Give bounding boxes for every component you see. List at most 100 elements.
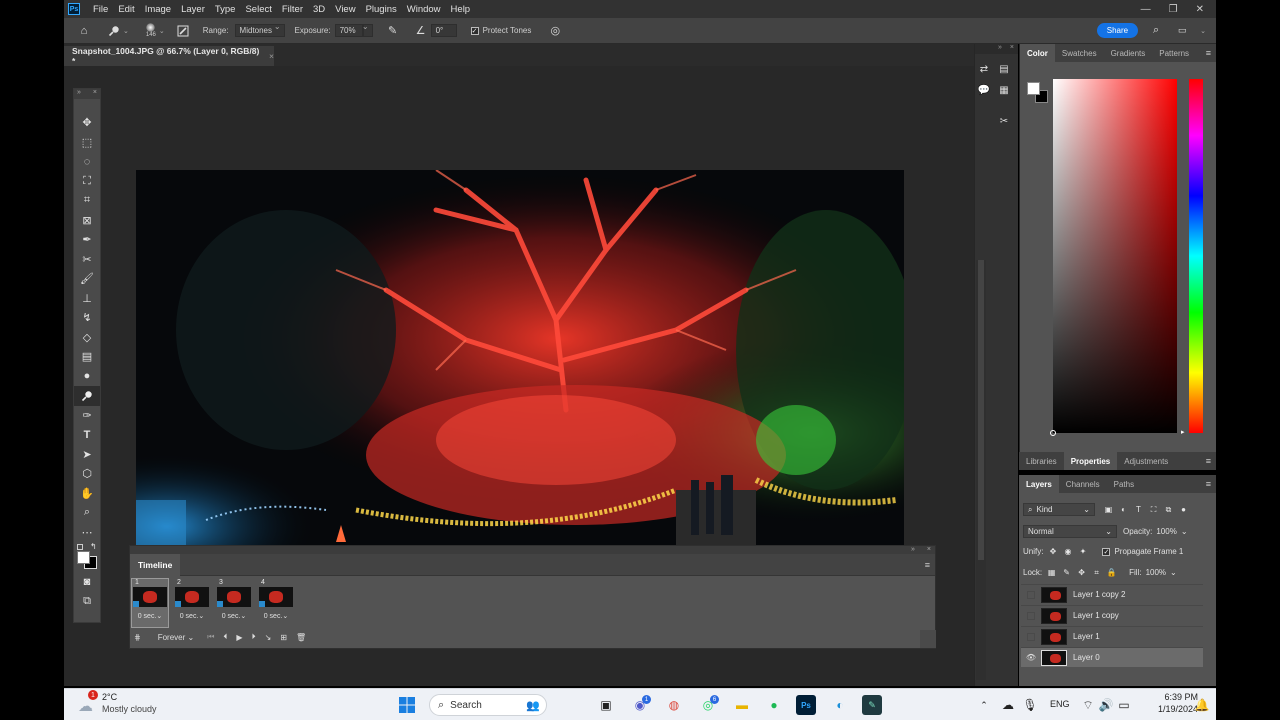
close-tab-icon[interactable]: × [269, 51, 274, 61]
menu-window[interactable]: Window [402, 4, 446, 15]
workspace-icon[interactable]: ▭ [1174, 23, 1190, 39]
menu-file[interactable]: File [88, 4, 113, 15]
timeline-frame[interactable]: 4 0 sec.⌄ [258, 579, 294, 627]
frame-delay[interactable]: 0 sec.⌄ [174, 612, 210, 620]
chevron-down-icon[interactable]: ⌄ [1181, 527, 1188, 536]
lock-position-icon[interactable]: ✥ [1076, 567, 1087, 578]
gradient-tool-icon[interactable]: ▤ [74, 347, 100, 367]
panel-menu-icon[interactable]: ≡ [1206, 479, 1216, 489]
timeline-frame[interactable]: 1 0 sec.⌄ [131, 578, 169, 628]
chevron-down-icon[interactable]: ⌄ [123, 27, 129, 35]
filter-type-icon[interactable]: T [1133, 504, 1144, 515]
swap-colors-icon[interactable]: ↰ [90, 542, 97, 551]
restore-icon[interactable]: ❐ [1169, 4, 1178, 15]
menu-3d[interactable]: 3D [308, 4, 330, 15]
clock-date[interactable]: 1/19/2024 [1140, 704, 1198, 714]
clone-stamp-tool-icon[interactable]: ⊥ [74, 289, 100, 309]
zoom-tool-icon[interactable]: ⌕ [74, 503, 100, 523]
menu-layer[interactable]: Layer [176, 4, 210, 15]
hue-slider[interactable]: ▸ [1181, 79, 1203, 436]
menu-edit[interactable]: Edit [113, 4, 139, 15]
unify-visibility-icon[interactable]: ◉ [1062, 546, 1073, 557]
dodge-tool-icon[interactable] [106, 23, 122, 39]
fill-value[interactable]: 100% [1146, 568, 1166, 577]
edge-icon[interactable]: ◐ [830, 695, 850, 715]
chevron-down-icon[interactable]: ⌄ [159, 27, 165, 35]
saturation-brightness-picker[interactable] [1050, 79, 1177, 436]
lock-transparent-icon[interactable]: ▦ [1046, 567, 1057, 578]
screen-mode-icon[interactable]: ⧉ [74, 592, 100, 612]
filter-smart-object-icon[interactable]: ⧉ [1163, 504, 1174, 515]
quick-mask-icon[interactable]: ◙ [74, 572, 100, 592]
menu-type[interactable]: Type [210, 4, 241, 15]
tab-adjustments[interactable]: Adjustments [1117, 452, 1175, 470]
brush-settings-icon[interactable] [175, 23, 191, 39]
menu-select[interactable]: Select [240, 4, 276, 15]
filter-adjustment-icon[interactable]: ◐ [1118, 504, 1129, 515]
layer-row[interactable]: Layer 1 copy [1021, 605, 1203, 625]
share-button[interactable]: Share [1096, 23, 1139, 38]
shape-tool-icon[interactable]: ⬡ [74, 464, 100, 484]
duplicate-frame-icon[interactable]: ⊞ [280, 633, 287, 642]
menu-filter[interactable]: Filter [277, 4, 308, 15]
cloud-sync-icon[interactable]: ☁ [998, 695, 1018, 715]
clock-time[interactable]: 6:39 PM [1150, 692, 1198, 702]
filter-shape-icon[interactable]: ⛶ [1148, 504, 1159, 515]
menu-image[interactable]: Image [140, 4, 176, 15]
microphone-icon[interactable]: 🎙 [1020, 695, 1040, 715]
foreground-color-swatch[interactable] [1027, 82, 1040, 95]
loop-select[interactable]: Forever ⌄ [158, 633, 195, 642]
menu-view[interactable]: View [330, 4, 360, 15]
path-select-tool-icon[interactable]: ➤ [74, 445, 100, 465]
move-tool-icon[interactable]: ✥ [74, 113, 100, 133]
foreground-color-swatch[interactable] [77, 551, 90, 564]
close-icon[interactable]: × [927, 546, 931, 554]
menu-plugins[interactable]: Plugins [361, 4, 402, 15]
hue-slider-marker-icon[interactable]: ▸ [1181, 428, 1185, 436]
blur-tool-icon[interactable]: ● [74, 367, 100, 387]
tween-icon[interactable]: ↘ [265, 633, 272, 642]
panel-menu-icon[interactable]: ≡ [1206, 48, 1216, 58]
visibility-toggle[interactable] [1027, 590, 1035, 599]
object-select-tool-icon[interactable]: ⛶ [74, 172, 100, 192]
timeline-frame[interactable]: 3 0 sec.⌄ [216, 579, 252, 627]
language-indicator[interactable]: ENG [1050, 699, 1070, 709]
document-tab[interactable]: Snapshot_1004.JPG @ 66.7% (Layer 0, RGB/… [64, 46, 274, 66]
lock-all-icon[interactable]: 🔒 [1106, 567, 1117, 578]
file-explorer-icon[interactable]: ▬ [732, 695, 752, 715]
tab-swatches[interactable]: Swatches [1055, 44, 1104, 62]
close-icon[interactable]: × [93, 89, 97, 99]
picker-cursor[interactable] [1050, 430, 1056, 436]
chrome-icon[interactable]: ◍ [664, 695, 684, 715]
panel-grip-icon[interactable]: » [911, 546, 915, 554]
notifications-icon[interactable]: 🔔 [1192, 695, 1212, 715]
layer-filter-select[interactable]: ⌕ Kind ⌄ [1023, 503, 1095, 516]
photoshop-taskbar-icon[interactable]: Ps [796, 695, 816, 715]
exposure-slider-toggle[interactable] [362, 22, 373, 37]
teams-icon[interactable]: ◉ 1 [630, 695, 651, 715]
wifi-icon[interactable]: ⌔ [1078, 695, 1098, 715]
panel-menu-icon[interactable]: ≡ [1206, 456, 1216, 466]
eye-icon[interactable]: 👁 [1021, 653, 1041, 662]
tab-timeline[interactable]: Timeline [130, 553, 181, 576]
panel-grip-icon[interactable]: » [998, 44, 1002, 54]
tab-gradients[interactable]: Gradients [1104, 44, 1153, 62]
document-canvas[interactable] [136, 170, 904, 545]
default-colors-icon[interactable] [77, 544, 83, 550]
chevron-down-icon[interactable]: ⌄ [1170, 568, 1177, 577]
whatsapp-icon[interactable]: ◎ 6 [698, 695, 719, 715]
play-icon[interactable]: ▶ [236, 633, 242, 642]
delete-frame-icon[interactable]: 🗑 [296, 633, 306, 642]
history-panel-icon[interactable]: ⇄ [977, 62, 991, 76]
properties-panel-icon[interactable]: ▤ [997, 62, 1011, 76]
layer-row[interactable]: 👁 Layer 0 [1021, 647, 1203, 667]
blend-mode-select[interactable]: Normal ⌄ [1023, 525, 1117, 538]
timeline-scrollbar[interactable] [920, 630, 936, 648]
tab-patterns[interactable]: Patterns [1152, 44, 1196, 62]
frame-delay[interactable]: 0 sec.⌄ [132, 612, 168, 620]
chevron-down-icon[interactable]: ⌄ [1200, 27, 1206, 35]
propagate-checkbox[interactable]: ✓ [1102, 547, 1111, 556]
history-brush-tool-icon[interactable]: ↯ [74, 308, 100, 328]
volume-icon[interactable]: 🔊 [1096, 695, 1116, 715]
app-icon[interactable]: ✎ [862, 695, 882, 715]
